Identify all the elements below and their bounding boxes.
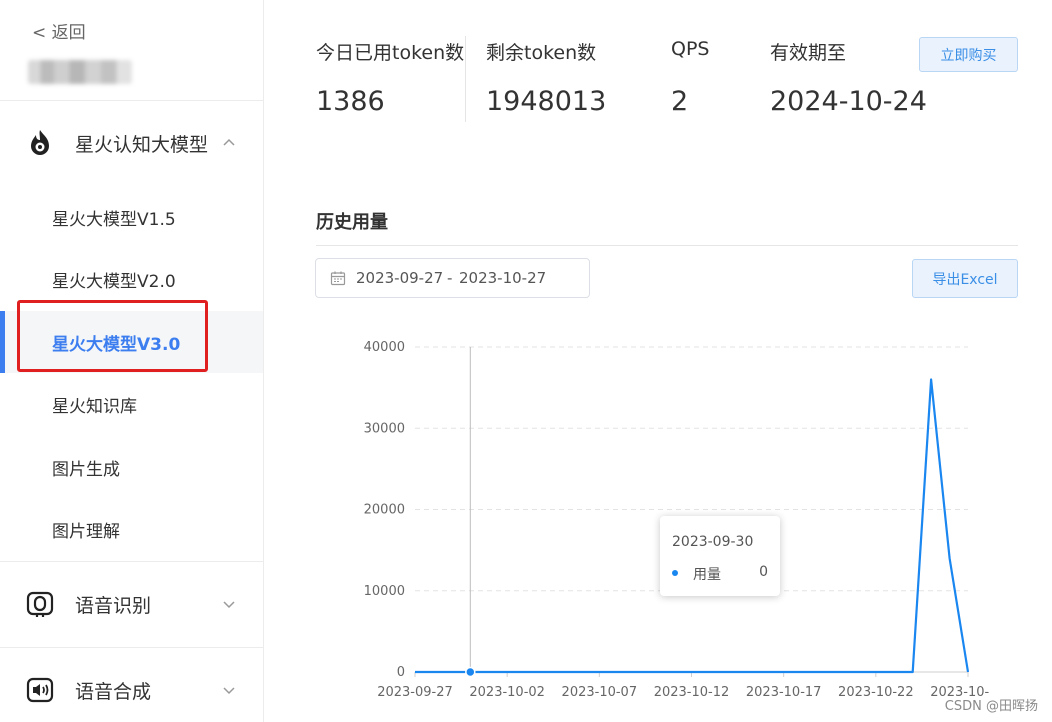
tooltip-series-name: 用量	[693, 567, 721, 583]
sidebar-item-label: 图片生成	[52, 459, 120, 480]
stat-label-today-used: 今日已用token数	[316, 42, 465, 64]
date-separator: -	[447, 269, 453, 287]
sidebar-item-label: 星火大模型V3.0	[52, 334, 181, 355]
y-tick-label: 10000	[364, 584, 405, 599]
x-tick-label: 2023-10-12	[654, 685, 730, 700]
chevron-down-icon	[223, 601, 235, 609]
tooltip-date: 2023-09-30	[672, 534, 754, 550]
x-tick-label: 2023-10-07	[562, 685, 638, 700]
hovered-data-point	[465, 666, 476, 678]
sidebar-item-label: 星火大模型V2.0	[52, 271, 176, 292]
active-indicator	[0, 311, 5, 373]
menu-group-spark-model[interactable]: 星火认知大模型	[0, 113, 263, 173]
x-tick-label: 2023-10-02	[469, 685, 545, 700]
watermark: CSDN @田晖扬	[944, 699, 1038, 714]
menu-group-label: 语音合成	[75, 680, 152, 703]
tooltip-value: 0	[759, 564, 768, 580]
menu-group-speech-synthesis[interactable]: 语音合成	[0, 660, 263, 720]
blurred-username	[28, 60, 132, 84]
date-end[interactable]: 2023-10-27	[459, 269, 546, 287]
chart-tooltip: 2023-09-30 用量 0	[660, 516, 780, 596]
buy-now-button[interactable]: 立即购买	[919, 37, 1018, 72]
sidebar-item-label: 图片理解	[52, 521, 120, 542]
x-tick-label: 2023-09-27	[377, 685, 453, 700]
chevron-up-icon	[223, 138, 235, 146]
y-tick-label: 30000	[364, 421, 405, 436]
menu-group-label: 语音识别	[75, 594, 152, 617]
tooltip-series-dot	[672, 570, 678, 576]
stat-label-expiry: 有效期至	[770, 42, 847, 64]
divider	[0, 561, 263, 562]
sidebar-item-v2-0[interactable]: 星火大模型V2.0	[0, 248, 263, 310]
x-tick-label: 2023-10-17	[746, 685, 822, 700]
sidebar-item-image-understanding[interactable]: 图片理解	[0, 498, 263, 560]
calendar-icon	[330, 271, 346, 286]
sidebar-item-label: 星火知识库	[52, 396, 137, 417]
y-tick-label: 20000	[364, 503, 405, 518]
date-start[interactable]: 2023-09-27	[356, 269, 443, 287]
chevron-down-icon	[223, 687, 235, 695]
stat-value-expiry: 2024-10-24	[770, 86, 927, 117]
menu-group-speech-recognition[interactable]: 语音识别	[0, 574, 263, 634]
sidebar-item-v1-5[interactable]: 星火大模型V1.5	[0, 186, 263, 248]
speech-recognition-icon	[24, 588, 56, 620]
stat-value-qps: 2	[671, 86, 689, 117]
back-link[interactable]: < 返回	[32, 18, 86, 43]
y-tick-label: 0	[397, 665, 405, 680]
history-title: 历史用量	[316, 212, 388, 233]
stat-label-remaining: 剩余token数	[486, 42, 597, 64]
speech-synthesis-icon	[24, 674, 56, 706]
sidebar: < 返回 星火认知大模型 星火大模型V1.5 星火大模型V2.0 星火大模型V3…	[0, 0, 264, 722]
stat-value-today-used: 1386	[316, 86, 385, 117]
menu-group-label: 星火认知大模型	[75, 133, 209, 156]
spark-flame-icon	[24, 127, 56, 159]
section-divider	[316, 245, 1018, 246]
export-excel-button[interactable]: 导出Excel	[912, 259, 1018, 298]
stat-label-qps: QPS	[671, 38, 710, 60]
y-tick-label: 40000	[364, 340, 405, 355]
sidebar-item-image-generation[interactable]: 图片生成	[0, 436, 263, 498]
stat-separator	[465, 36, 466, 122]
sidebar-item-knowledge-base[interactable]: 星火知识库	[0, 373, 263, 435]
divider	[0, 100, 263, 101]
sidebar-item-v3-0[interactable]: 星火大模型V3.0	[0, 311, 263, 373]
date-range-picker[interactable]: 2023-09-27 - 2023-10-27	[315, 258, 590, 298]
x-tick-label: 2023-10-22	[838, 685, 914, 700]
stat-value-remaining: 1948013	[486, 86, 607, 117]
divider	[0, 647, 263, 648]
sidebar-item-label: 星火大模型V1.5	[52, 209, 176, 230]
